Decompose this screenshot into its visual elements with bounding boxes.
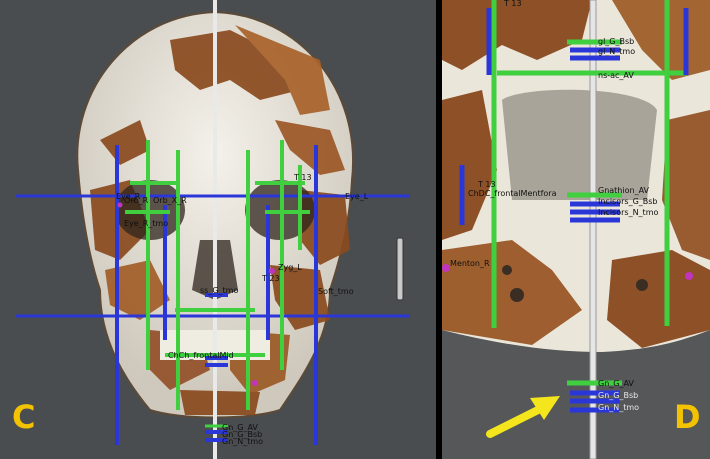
label-soft-tmo: Soft_tmo — [318, 287, 354, 296]
label-d-top-13: T 13 — [503, 0, 522, 8]
label-orb-r: Orb_R — [124, 196, 149, 205]
label-d-mid-left: Menton_R — [450, 259, 490, 268]
midline-bar — [213, 0, 217, 459]
label-eye-l: Eye_L — [345, 192, 369, 201]
label-gn-tmo: Gn_N_tmo — [222, 437, 263, 446]
label-d-t13: T 13 — [477, 180, 496, 189]
label-d-top-n: gl_N_tmo — [598, 47, 635, 56]
label-eye-r-tmo: Eye_R_tmo — [124, 219, 168, 228]
label-d-left: ChDC_frontalMentfora — [468, 189, 557, 198]
label-t23: T 23 — [261, 274, 280, 283]
midline-bar-d — [589, 0, 597, 459]
yellow-arrow — [486, 396, 560, 438]
panel-d-zoom-view: T 13 gl_G_Bsb gl_N_tmo ns-ac_AV T 13 ChD… — [442, 0, 710, 459]
figure: Eye_R Orb_X_R Orb_R Eye_L Eye_R_tmo T 13… — [0, 0, 710, 459]
label-mid-chin: ChCh_frontalMid — [168, 351, 234, 360]
scale-bar — [396, 237, 404, 301]
label-d-top-g: gl_G_Bsb — [598, 37, 634, 46]
label-d-bottom-tmo: Gn_N_tmo — [598, 403, 639, 412]
panel-label-c: C — [12, 398, 36, 436]
nasal-cavity — [502, 89, 657, 200]
label-d-bottom-av: Gn_G_AV — [598, 379, 634, 388]
label-d-incisors-tmo: Incisors_N_tmo — [598, 208, 658, 217]
panel-c-frontal-view: Eye_R Orb_X_R Orb_R Eye_L Eye_R_tmo T 13… — [0, 0, 436, 459]
panel-c-canvas: Eye_R Orb_X_R Orb_R Eye_L Eye_R_tmo T 13… — [16, 0, 410, 459]
label-zyg-l: Zyg_L — [278, 263, 302, 272]
label-d-bottom-bs: Gn_G_Bsb — [598, 391, 638, 400]
label-d-incisors-av: Gnathion_AV — [598, 186, 650, 195]
label-orb-x-r: Orb_X_R — [153, 196, 187, 205]
label-t13: T 13 — [293, 173, 312, 182]
panel-label-d: D — [674, 398, 701, 436]
panel-d-canvas: T 13 gl_G_Bsb gl_N_tmo ns-ac_AV T 13 ChD… — [442, 0, 710, 459]
label-d-top-ns: ns-ac_AV — [598, 71, 634, 80]
label-ss-g-tmo: ss_G_tmo — [200, 286, 238, 295]
label-d-incisors-bs: Incisors_G_Bsb — [598, 197, 658, 206]
